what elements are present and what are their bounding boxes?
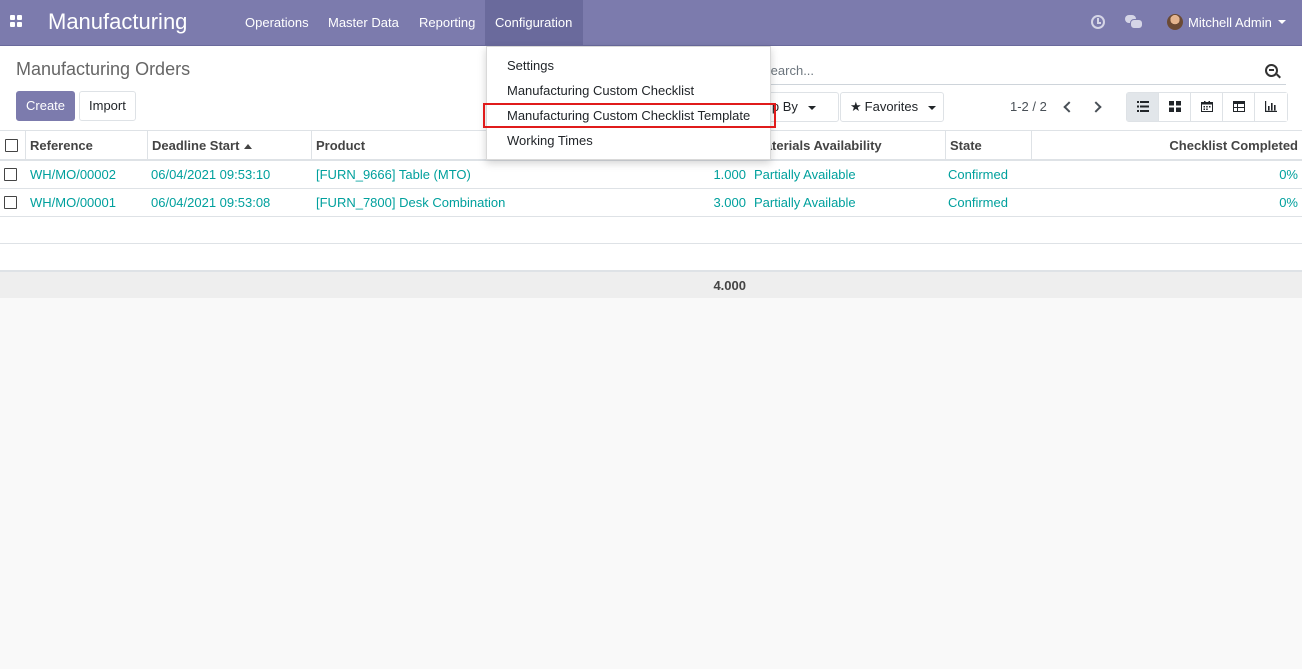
- checklist-progress-bar: [1097, 196, 1197, 209]
- menu-master-data[interactable]: Master Data: [318, 0, 409, 45]
- cell-checklist: 0%: [1279, 167, 1298, 182]
- cell-availability: Partially Available: [754, 167, 856, 182]
- page-title: Manufacturing Orders: [16, 59, 191, 79]
- cell-quantity: 3.000: [713, 195, 746, 210]
- table-row[interactable]: WH/MO/00002 06/04/2021 09:53:10 [FURN_96…: [0, 161, 1302, 189]
- table-footer: 4.000: [0, 271, 1302, 298]
- pager-value[interactable]: 1-2 / 2: [1010, 99, 1047, 114]
- menu-reporting[interactable]: Reporting: [409, 0, 485, 45]
- pivot-view-button[interactable]: [1223, 93, 1255, 121]
- column-state[interactable]: State: [946, 131, 1032, 161]
- cell-reference: WH/MO/00001: [30, 195, 116, 210]
- view-switcher: [1126, 92, 1288, 122]
- sort-asc-icon: [244, 144, 253, 150]
- select-all-cell: [0, 131, 26, 161]
- select-all-checkbox[interactable]: [5, 139, 18, 152]
- graph-view-button[interactable]: [1255, 93, 1287, 121]
- favorites-button[interactable]: ★ Favorites: [840, 92, 944, 122]
- cell-deadline: 06/04/2021 09:53:08: [151, 195, 271, 210]
- pivot-view-icon: [1233, 101, 1245, 112]
- column-deadline-start[interactable]: Deadline Start: [148, 131, 312, 161]
- list-view-icon: [1137, 101, 1149, 112]
- search-input[interactable]: [760, 57, 1255, 84]
- app-brand[interactable]: Manufacturing: [48, 9, 187, 35]
- empty-row: [0, 217, 1302, 244]
- chevron-left-icon[interactable]: [1062, 101, 1071, 113]
- menu-item-custom-checklist[interactable]: Manufacturing Custom Checklist: [487, 78, 770, 103]
- cell-state: Confirmed: [948, 167, 1008, 182]
- search-box: [760, 57, 1286, 85]
- menu-item-settings[interactable]: Settings: [487, 53, 770, 78]
- total-quantity: 4.000: [713, 278, 746, 293]
- cell-deadline: 06/04/2021 09:53:10: [151, 167, 271, 182]
- kanban-view-icon: [1169, 101, 1181, 112]
- calendar-view-icon: [1201, 101, 1213, 112]
- cell-state: Confirmed: [948, 195, 1008, 210]
- cell-product: [FURN_9666] Table (MTO): [316, 167, 471, 182]
- apps-icon[interactable]: [10, 15, 23, 28]
- create-button[interactable]: Create: [16, 91, 76, 121]
- cell-availability: Partially Available: [754, 195, 856, 210]
- chevron-down-icon[interactable]: [1278, 20, 1286, 24]
- calendar-view-button[interactable]: [1191, 93, 1223, 121]
- graph-view-icon: [1265, 101, 1277, 112]
- cell-product: [FURN_7800] Desk Combination: [316, 195, 506, 210]
- favorites-label: Favorites: [864, 99, 919, 114]
- import-button[interactable]: Import: [79, 91, 136, 121]
- chevron-down-icon: [807, 105, 816, 110]
- avatar[interactable]: [1167, 14, 1183, 30]
- checklist-progress-bar: [1097, 168, 1197, 181]
- search-icon[interactable]: [1265, 64, 1278, 77]
- menu-configuration[interactable]: Configuration: [485, 0, 583, 45]
- empty-row: [0, 244, 1302, 271]
- menu-item-working-times[interactable]: Working Times: [487, 128, 770, 153]
- kanban-view-button[interactable]: [1159, 93, 1191, 121]
- cell-checklist: 0%: [1279, 195, 1298, 210]
- list-view-button[interactable]: [1127, 93, 1159, 121]
- top-navbar: Manufacturing Operations Master Data Rep…: [0, 0, 1302, 46]
- column-deadline-label: Deadline Start: [152, 138, 240, 153]
- user-menu[interactable]: Mitchell Admin: [1188, 0, 1272, 45]
- menu-item-custom-checklist-template[interactable]: Manufacturing Custom Checklist Template: [483, 103, 776, 128]
- row-checkbox[interactable]: [4, 196, 17, 209]
- star-icon: ★: [850, 99, 862, 114]
- column-reference[interactable]: Reference: [26, 131, 148, 161]
- configuration-dropdown: Settings Manufacturing Custom Checklist …: [483, 46, 776, 160]
- chat-icon[interactable]: [1125, 14, 1143, 29]
- menu-operations[interactable]: Operations: [235, 0, 319, 45]
- column-checklist-completed[interactable]: Checklist Completed: [1032, 131, 1302, 161]
- table-row[interactable]: WH/MO/00001 06/04/2021 09:53:08 [FURN_78…: [0, 189, 1302, 217]
- chevron-down-icon: [927, 105, 936, 110]
- chevron-right-icon[interactable]: [1092, 101, 1101, 113]
- row-checkbox[interactable]: [4, 168, 17, 181]
- clock-icon[interactable]: [1091, 15, 1105, 29]
- cell-reference: WH/MO/00002: [30, 167, 116, 182]
- column-materials-availability[interactable]: Materials Availability: [750, 131, 946, 161]
- cell-quantity: 1.000: [713, 167, 746, 182]
